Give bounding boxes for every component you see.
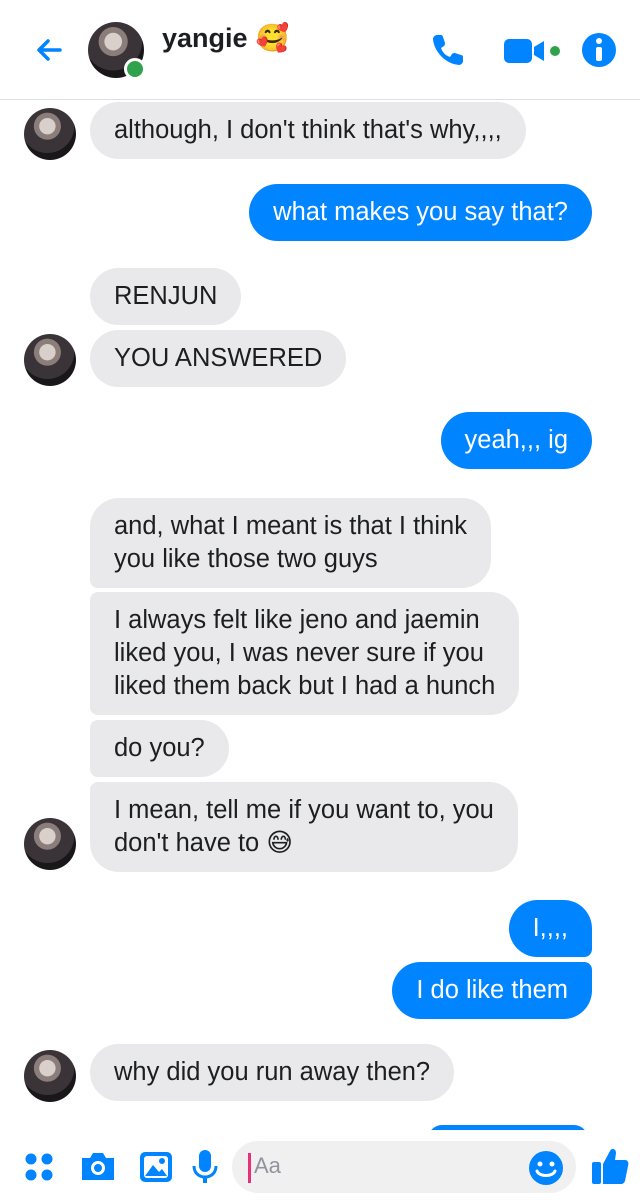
message-input[interactable]: Aa: [232, 1141, 576, 1193]
incoming-message[interactable]: although, I don't think that's why,,,,: [90, 102, 526, 159]
more-apps-icon[interactable]: [22, 1146, 56, 1186]
message-avatar[interactable]: [24, 108, 76, 160]
message-input-placeholder: Aa: [254, 1153, 281, 1178]
outgoing-message[interactable]: I do like them: [392, 962, 592, 1019]
outgoing-message[interactable]: I,,,,: [508, 900, 592, 957]
incoming-message[interactable]: why did you run away then?: [90, 1044, 455, 1101]
info-icon[interactable]: [580, 30, 618, 70]
outgoing-message[interactable]: yeah,,, ig: [440, 412, 592, 469]
message-list[interactable]: although, I don't think that's why,,,, w…: [0, 100, 640, 1130]
avatar-image: [24, 108, 76, 160]
avatar-image: [24, 818, 76, 870]
message-avatar[interactable]: [24, 334, 76, 386]
video-call-icon[interactable]: [502, 30, 564, 70]
avatar-image: [24, 334, 76, 386]
outgoing-message[interactable]: what makes you say that?: [249, 184, 592, 241]
emoji-icon[interactable]: [526, 1148, 566, 1188]
contact-name-emoji: 🥰: [255, 23, 290, 53]
text-caret: [248, 1153, 251, 1183]
incoming-message[interactable]: do you?: [90, 720, 229, 777]
incoming-message[interactable]: and, what I meant is that I think you li…: [90, 498, 491, 588]
phone-icon[interactable]: [428, 30, 468, 70]
incoming-message[interactable]: YOU ANSWERED: [90, 330, 347, 387]
microphone-icon[interactable]: [188, 1146, 222, 1186]
avatar-image: [24, 1050, 76, 1102]
incoming-message[interactable]: I always felt like jeno and jaemin liked…: [90, 592, 520, 715]
contact-name[interactable]: yangie 🥰: [162, 22, 289, 54]
contact-avatar[interactable]: [88, 22, 146, 80]
conversation-header: yangie 🥰: [0, 0, 640, 100]
message-avatar[interactable]: [24, 1050, 76, 1102]
back-arrow-icon[interactable]: [30, 30, 70, 70]
thumbs-up-icon[interactable]: [590, 1144, 630, 1188]
image-icon[interactable]: [136, 1146, 176, 1186]
online-status-dot: [124, 58, 146, 80]
camera-icon[interactable]: [78, 1146, 118, 1186]
incoming-message[interactable]: RENJUN: [90, 268, 242, 325]
contact-name-text: yangie: [162, 22, 248, 53]
message-avatar[interactable]: [24, 818, 76, 870]
incoming-message[interactable]: I mean, tell me if you want to, you don'…: [90, 782, 518, 872]
